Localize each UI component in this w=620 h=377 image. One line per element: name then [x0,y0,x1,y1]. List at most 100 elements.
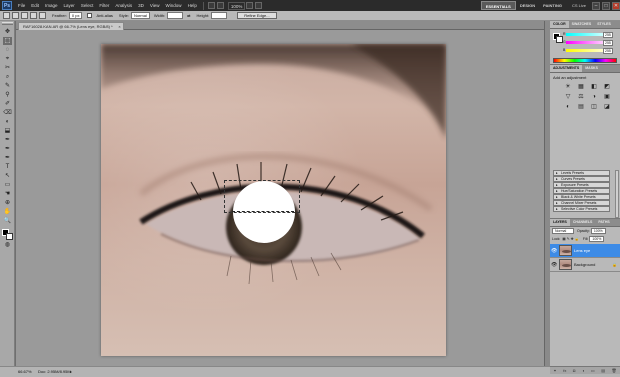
vibrance-icon[interactable]: ▽ [564,94,572,101]
menu-view[interactable]: View [147,3,163,8]
dodge-tool-icon[interactable]: ✒ [3,145,12,153]
refine-edge-button[interactable]: Refine Edge... [237,12,277,19]
layer-row-background[interactable]: 👁 Background 🔒 [550,258,620,272]
marquee-selection[interactable] [224,180,300,213]
menu-3d[interactable]: 3D [135,3,147,8]
workspace-essentials[interactable]: ESSENTIALS [480,1,516,10]
arrange-documents-icon[interactable] [255,2,263,9]
history-brush-tool-icon[interactable]: ⌫ [3,109,12,117]
menu-edit[interactable]: Edit [28,3,42,8]
menu-analysis[interactable]: Analysis [112,3,135,8]
shape-tool-icon[interactable]: ▭ [3,181,12,189]
bridge-icon[interactable] [207,2,215,9]
status-zoom[interactable]: 66.67% [18,367,32,377]
threshold-icon[interactable]: ◫ [590,104,598,111]
tab-color[interactable]: COLOR [550,21,569,28]
new-group-icon[interactable]: ▭ [591,368,595,373]
workspace-design[interactable]: DESIGN [516,1,539,10]
height-input[interactable] [211,12,228,19]
3d-rotate-tool-icon[interactable]: ☚ [3,190,12,198]
eye-photo[interactable] [101,44,446,356]
blend-mode-select[interactable]: Normal [552,228,574,234]
intersect-selection-icon[interactable] [39,12,46,19]
menu-file[interactable]: File [15,3,28,8]
eyedropper-tool-icon[interactable]: ⌕ [3,73,12,81]
background-color-swatch[interactable] [6,233,13,240]
menu-layer[interactable]: Layer [61,3,78,8]
menu-select[interactable]: Select [78,3,97,8]
lasso-tool-icon[interactable]: ◌ [3,46,12,54]
minimize-button[interactable]: – [592,1,600,10]
fill-input[interactable]: 100% [589,236,605,242]
delete-layer-icon[interactable]: 🗑 [612,368,617,373]
hand-tool-icon[interactable] [246,2,254,9]
layer-name[interactable]: Lens eye [574,248,590,253]
quick-mask-icon[interactable]: ◍ [3,241,12,249]
tab-layers[interactable]: LAYERS [550,219,570,226]
posterize-icon[interactable]: ▤ [577,104,585,111]
style-select[interactable]: Normal [130,12,150,19]
link-layers-icon[interactable]: ⚭ [553,368,556,373]
healing-brush-tool-icon[interactable]: ✎ [3,82,12,90]
exposure-icon[interactable]: ◩ [603,84,611,91]
new-selection-icon[interactable] [12,12,19,19]
zoom-tool-icon[interactable]: 🔍 [3,217,12,225]
tab-swatches[interactable]: SWATCHES [569,21,595,28]
blur-tool-icon[interactable]: ✒ [3,136,12,144]
layer-style-icon[interactable]: fx [563,368,566,373]
add-selection-icon[interactable] [21,12,28,19]
presets-scrollbar[interactable] [615,170,619,218]
invert-icon[interactable]: ◐ [564,104,572,111]
b-channel-value[interactable]: 255 [603,48,613,54]
tab-paths[interactable]: PATHS [595,219,612,226]
width-input[interactable] [167,12,184,19]
menu-help[interactable]: Help [185,3,200,8]
mini-bridge-icon[interactable] [216,2,224,9]
new-layer-icon[interactable]: ▤ [601,368,605,373]
gradient-tool-icon[interactable]: ⬓ [3,127,12,135]
quick-selection-tool-icon[interactable]: ⌖ [3,55,12,63]
panel-grip[interactable] [2,22,13,25]
clone-stamp-tool-icon[interactable]: ✐ [3,100,12,108]
swap-icon[interactable]: ⇄ [187,13,190,18]
pen-tool-icon[interactable]: ✒ [3,154,12,162]
move-tool-icon[interactable]: ✥ [3,28,12,36]
canvas-area[interactable] [16,30,544,366]
antialias-checkbox[interactable] [87,13,93,18]
layer-mask-icon[interactable]: ◘ [573,368,575,373]
levels-icon[interactable]: ▦ [577,84,585,91]
layer-name[interactable]: Background [574,262,595,267]
menu-filter[interactable]: Filter [96,3,112,8]
menu-window[interactable]: Window [163,3,185,8]
feather-input[interactable]: 0 px [68,12,83,19]
r-channel-value[interactable]: 255 [603,32,613,38]
color-balance-icon[interactable]: ⚖ [577,94,585,101]
eraser-tool-icon[interactable]: ◐ [3,118,12,126]
marquee-tool-preset-icon[interactable] [3,12,10,19]
curves-icon[interactable]: ◧ [590,84,598,91]
brush-tool-icon[interactable]: ⚲ [3,91,12,99]
preset-selective-color[interactable]: Selective Color Presets [553,206,610,212]
menu-image[interactable]: Image [42,3,61,8]
gradient-map-icon[interactable]: ◪ [603,104,611,111]
g-channel-value[interactable]: 255 [603,40,613,46]
black-white-icon[interactable]: ◑ [590,94,598,101]
zoom-level-select[interactable]: 100% [227,1,246,10]
type-tool-icon[interactable]: T [3,163,12,171]
tab-channels[interactable]: CHANNELS [570,219,595,226]
lock-transparent-icon[interactable]: ▦ [562,237,565,241]
status-menu-arrow[interactable]: ▸ [70,367,72,377]
color-swatches[interactable] [2,229,13,240]
3d-orbit-tool-icon[interactable]: ⊕ [3,199,12,207]
tab-adjustments[interactable]: ADJUSTMENTS [550,65,583,72]
maximize-button[interactable]: □ [602,1,610,10]
crop-tool-icon[interactable]: ✂ [3,64,12,72]
adjustment-layer-icon[interactable]: ◑ [582,368,584,373]
brightness-contrast-icon[interactable]: ☀ [564,84,572,91]
visibility-eye-icon[interactable]: 👁 [551,248,557,254]
subtract-selection-icon[interactable] [30,12,37,19]
hand-tool-icon[interactable]: ✋ [3,208,12,216]
lock-image-icon[interactable]: ✎ [567,237,570,241]
tab-masks[interactable]: MASKS [582,65,601,72]
workspace-painting[interactable]: PAINTING [539,1,566,10]
